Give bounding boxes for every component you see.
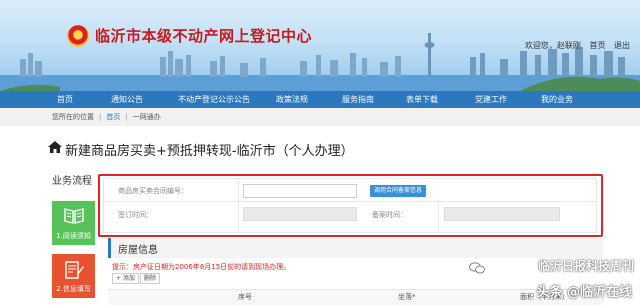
nav-item-my-business[interactable]: 我的业务 [541, 94, 573, 105]
nav-item-public-notices[interactable]: 不动产登记公示公告 [178, 94, 250, 105]
site-title: 临沂市本级不动产网上登记中心 [95, 27, 313, 45]
house-info-header [108, 238, 603, 258]
step-fill-info[interactable]: 2.信息填写 [52, 254, 95, 298]
logout-link[interactable]: 退出 [614, 41, 630, 50]
page-title: 新建商品房买卖+预抵押转现-临沂市（个人办理） [65, 144, 354, 159]
watermark-line1: 临沂日报科技周刊 [537, 259, 634, 273]
delete-row-button[interactable]: 删除 [140, 273, 161, 284]
house-tip: 提示：房产证日期为2006年6月15日前的请到现场办理。 [112, 263, 291, 271]
process-title: 业务流程 [52, 176, 92, 187]
highlight-frame [98, 174, 603, 237]
nav-item-service-guide[interactable]: 服务指南 [342, 94, 374, 105]
breadcrumb-home-link[interactable]: 首页 [106, 113, 120, 121]
nav-item-policies[interactable]: 政策法规 [276, 94, 308, 105]
main-nav: 首页 通知公告 不动产登记公示公告 政策法规 服务指南 表单下载 党建工作 我的… [0, 91, 640, 108]
nav-item-notices[interactable]: 通知公告 [111, 94, 143, 105]
add-row-button[interactable]: + 添加 [112, 273, 139, 284]
welcome-text: 欢迎您，赵联刚 [524, 41, 581, 50]
book-icon [63, 208, 84, 224]
nav-item-form-download[interactable]: 表单下载 [406, 94, 438, 105]
home-icon [48, 141, 62, 153]
step-read-notice[interactable]: 1.阅读须知 [52, 201, 95, 245]
header-home-link[interactable]: 首页 [589, 41, 605, 50]
nav-item-party-building[interactable]: 党建工作 [475, 94, 507, 105]
step-fill-info-label: 2.信息填写 [56, 285, 91, 293]
breadcrumb: 您所在的位置 | 首页 | 一网通办 [0, 108, 640, 126]
watermark-line2: 头条 @临沂在线 [536, 285, 632, 300]
nav-item-home[interactable]: 首页 [57, 94, 73, 105]
user-area: 欢迎您，赵联刚 首页 退出 [519, 40, 630, 51]
page-root: 临沂市本级不动产网上登记中心 欢迎您，赵联刚 首页 退出 首页 通知公告 不动产… [0, 0, 640, 305]
breadcrumb-current: 一网通办 [132, 113, 161, 121]
col-index: 序号 [238, 293, 252, 301]
header-banner: 临沂市本级不动产网上登记中心 欢迎您，赵联刚 首页 退出 [0, 0, 640, 91]
step-read-notice-label: 1.阅读须知 [56, 232, 91, 240]
house-info-title: 房屋信息 [118, 245, 158, 256]
wechat-logo-icon [469, 262, 485, 274]
breadcrumb-label: 您所在的位置 [52, 113, 94, 121]
emblem-logo [67, 25, 89, 47]
col-location: 坐落* [398, 293, 416, 301]
form-edit-icon [64, 261, 84, 279]
